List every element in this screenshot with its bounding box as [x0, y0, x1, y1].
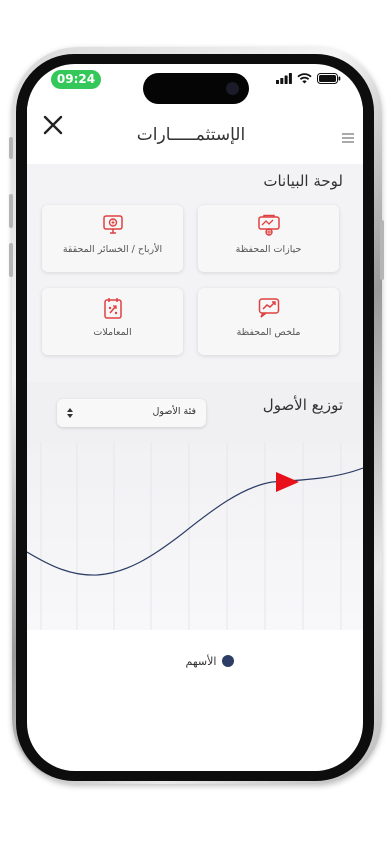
screen: 09:24 الإستثمـــــارات لوحة البيانات حيا… — [27, 64, 363, 771]
card-label: الأرباح / الخسائر المحققة — [62, 244, 163, 255]
side-button — [9, 137, 13, 159]
card-transactions[interactable]: المعاملات — [42, 288, 183, 355]
realized-pnl-icon — [102, 215, 123, 234]
card-portfolio-holdings[interactable]: حيازات المحفظة — [198, 205, 339, 272]
wifi-icon — [297, 73, 312, 84]
camera-icon — [226, 82, 239, 95]
volume-up-button — [9, 194, 13, 228]
chart-legend: الأسهم — [27, 652, 363, 671]
chart-marker[interactable] — [276, 472, 299, 492]
card-label: ملخص المحفظة — [236, 327, 301, 338]
asset-distribution-section: توزيع الأصول فئة الأصول — [27, 382, 363, 442]
power-button — [380, 220, 384, 280]
volume-down-button — [9, 243, 13, 277]
page-title: الإستثمـــــارات — [136, 125, 246, 145]
legend-item-stocks[interactable]: الأسهم — [186, 655, 235, 668]
dashboard-section: لوحة البيانات حيازات المحفظة الأرباح / ا… — [27, 164, 363, 382]
close-icon[interactable] — [41, 113, 65, 137]
asset-class-select[interactable]: فئة الأصول — [57, 399, 206, 427]
transactions-icon — [103, 298, 122, 319]
app-header: الإستثمـــــارات — [27, 106, 363, 164]
portfolio-summary-icon — [258, 298, 279, 318]
dashboard-title: لوحة البيانات — [263, 172, 343, 190]
line-chart — [27, 442, 363, 630]
status-time: 09:24 — [51, 70, 101, 89]
card-label: المعاملات — [93, 327, 132, 338]
battery-icon — [317, 73, 341, 84]
asset-class-select-value: فئة الأصول — [152, 406, 196, 417]
chart-area — [27, 442, 363, 630]
card-realized-pnl[interactable]: الأرباح / الخسائر المحققة — [42, 205, 183, 272]
signal-icon — [276, 73, 292, 84]
card-label: حيازات المحفظة — [235, 244, 302, 255]
menu-icon[interactable] — [341, 132, 355, 144]
sort-arrows-icon — [67, 408, 73, 418]
dynamic-island — [143, 73, 249, 104]
portfolio-holdings-icon — [257, 214, 280, 236]
asset-distribution-title: توزيع الأصول — [262, 396, 343, 414]
card-portfolio-summary[interactable]: ملخص المحفظة — [198, 288, 339, 355]
legend-dot — [222, 655, 235, 667]
legend-label: الأسهم — [185, 654, 217, 668]
status-icons — [276, 73, 341, 84]
